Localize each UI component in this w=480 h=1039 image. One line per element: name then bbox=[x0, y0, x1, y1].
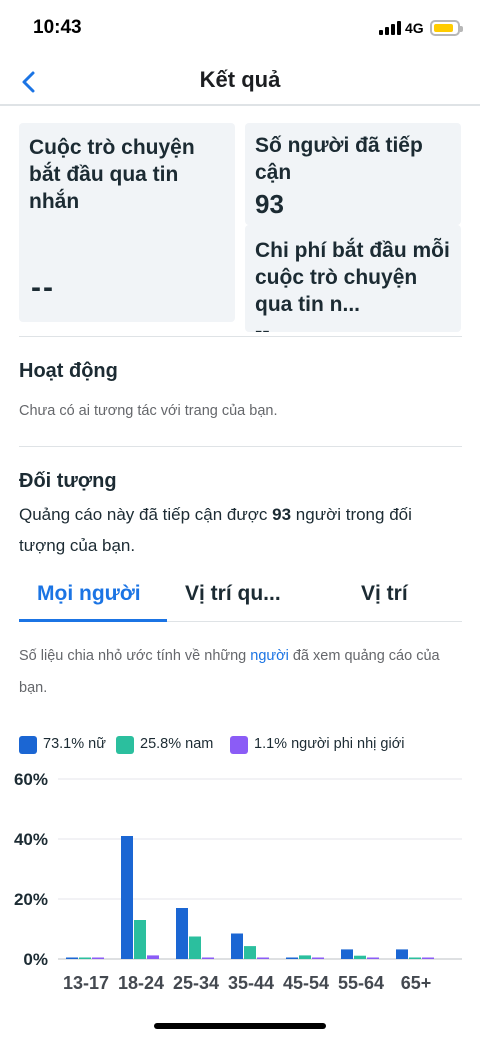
bar-55-64-0 bbox=[341, 949, 353, 959]
bar-65+-2 bbox=[422, 957, 434, 959]
tab-location[interactable]: Vị trí bbox=[361, 582, 408, 606]
activity-text: Chưa có ai tương tác với trang của bạn. bbox=[19, 403, 278, 419]
bar-13-17-0 bbox=[66, 957, 78, 959]
status-time: 10:43 bbox=[33, 17, 82, 38]
metric-title: Số người đã tiếp cận bbox=[255, 134, 423, 184]
age-gender-chart: 60% 40% 20% 0% 13-17 18-24 25-34 35-44 45-54 55-6… bbox=[14, 770, 462, 993]
bar-55-64-1 bbox=[354, 955, 366, 959]
metric-value: -- bbox=[255, 318, 270, 333]
page-title: Kết quả bbox=[199, 67, 281, 92]
tab-active-indicator bbox=[19, 619, 167, 622]
activity-title: Hoạt động bbox=[19, 360, 118, 382]
signal-icon bbox=[379, 21, 401, 35]
audience-text-before: Quảng cáo này đã tiếp cận được bbox=[19, 505, 273, 524]
bar-65+-1 bbox=[409, 957, 421, 959]
bar-18-24-2 bbox=[147, 955, 159, 959]
note-text-before: Số liệu chia nhỏ ước tính về những bbox=[19, 648, 251, 664]
x-tick-label: 35-44 bbox=[228, 973, 274, 993]
legend-swatch bbox=[230, 736, 248, 754]
x-tick-label: 45-54 bbox=[283, 973, 329, 993]
nav-bar: Kết quả bbox=[0, 56, 480, 106]
bar-65+-0 bbox=[396, 949, 408, 959]
y-tick-label: 60% bbox=[14, 770, 48, 789]
y-tick-label: 0% bbox=[23, 950, 48, 969]
breakdown-note: Số liệu chia nhỏ ước tính về những người… bbox=[19, 640, 459, 704]
home-indicator bbox=[154, 1023, 326, 1029]
bar-18-24-0 bbox=[121, 836, 133, 959]
legend-label: 1.1% người phi nhị giới bbox=[254, 736, 405, 752]
bar-25-34-2 bbox=[202, 957, 214, 959]
legend-label: 25.8% nam bbox=[140, 736, 214, 752]
audience-count: 93 bbox=[272, 505, 292, 524]
y-tick-label: 20% bbox=[14, 890, 48, 909]
bar-45-54-1 bbox=[299, 955, 311, 959]
bar-25-34-0 bbox=[176, 908, 188, 959]
bar-55-64-2 bbox=[367, 957, 379, 959]
bar-18-24-1 bbox=[134, 920, 146, 959]
chart-legend: 73.1% nữ 25.8% nam 1.1% người phi nhị gi… bbox=[19, 735, 469, 755]
metric-card-cost-per-conversation[interactable]: Chi phí bắt đầu mỗi cuộc trò chuyện qua … bbox=[245, 225, 461, 332]
people-link[interactable]: người bbox=[250, 648, 289, 664]
x-tick-label: 18-24 bbox=[118, 973, 164, 993]
x-tick-label: 55-64 bbox=[338, 973, 384, 993]
metric-value: -- bbox=[31, 271, 55, 304]
bar-35-44-1 bbox=[244, 946, 256, 959]
metric-card-reach[interactable]: Số người đã tiếp cận 93 bbox=[245, 123, 461, 225]
tab-location-country[interactable]: Vị trí qu... bbox=[185, 582, 281, 606]
status-bar: 10:43 4G bbox=[0, 0, 480, 56]
audience-text: Quảng cáo này đã tiếp cận được 93 người … bbox=[19, 499, 459, 561]
battery-icon bbox=[430, 20, 463, 36]
x-tick-label: 13-17 bbox=[63, 973, 109, 993]
tab-everyone[interactable]: Mọi người bbox=[37, 582, 141, 606]
legend-swatch bbox=[116, 736, 134, 754]
bar-35-44-0 bbox=[231, 933, 243, 959]
bar-45-54-2 bbox=[312, 957, 324, 959]
y-tick-label: 40% bbox=[14, 830, 48, 849]
audience-tabs: Mọi người Vị trí qu... Vị trí bbox=[19, 570, 462, 622]
metric-card-conversations[interactable]: Cuộc trò chuyện bắt đầu qua tin nhắn -- bbox=[19, 123, 235, 322]
legend-label: 73.1% nữ bbox=[43, 736, 106, 752]
divider bbox=[19, 336, 462, 337]
bar-13-17-1 bbox=[79, 957, 91, 959]
network-label: 4G bbox=[405, 20, 424, 36]
bar-13-17-2 bbox=[92, 957, 104, 959]
audience-title: Đối tượng bbox=[19, 470, 117, 492]
bar-25-34-1 bbox=[189, 936, 201, 959]
x-tick-label: 25-34 bbox=[173, 973, 219, 993]
metric-value: 93 bbox=[255, 189, 284, 219]
legend-swatch bbox=[19, 736, 37, 754]
metric-title: Chi phí bắt đầu mỗi cuộc trò chuyện qua … bbox=[255, 239, 450, 316]
bar-45-54-0 bbox=[286, 957, 298, 959]
x-tick-label: 65+ bbox=[401, 973, 432, 993]
bar-35-44-2 bbox=[257, 957, 269, 959]
divider bbox=[19, 446, 462, 447]
metric-title: Cuộc trò chuyện bắt đầu qua tin nhắn bbox=[29, 136, 195, 213]
